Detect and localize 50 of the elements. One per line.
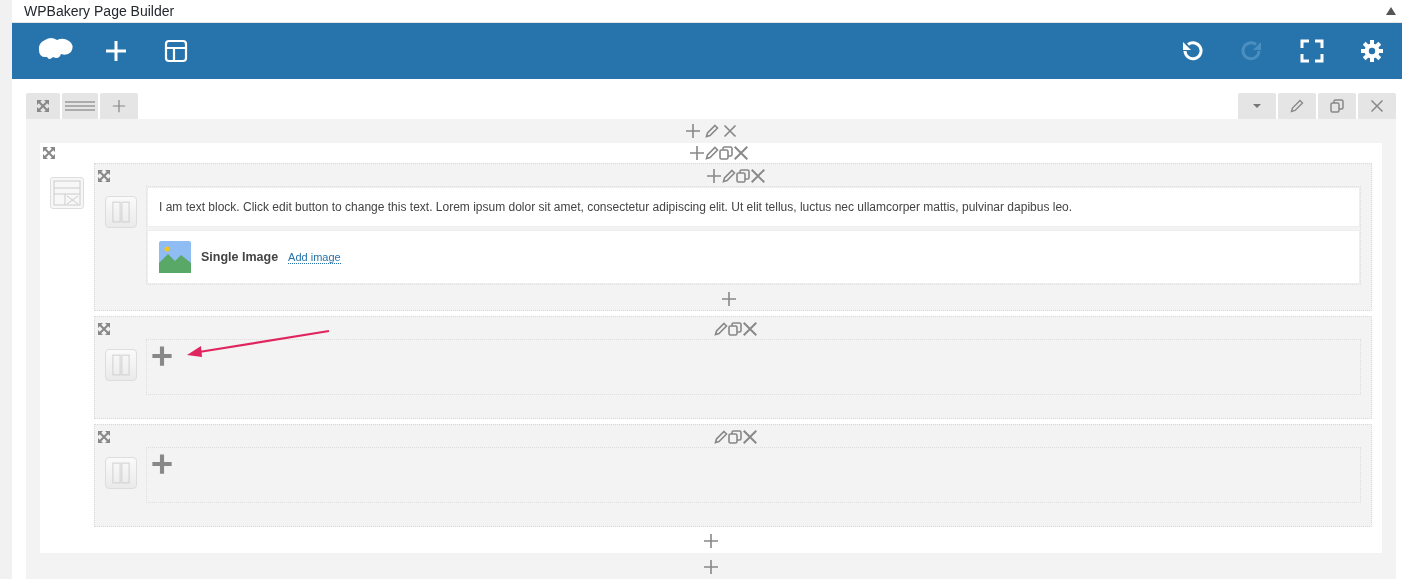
close-icon[interactable] [750,168,766,184]
add-icon[interactable] [721,291,737,307]
caret-icon [1253,104,1261,108]
close-icon [1370,99,1384,113]
add-image-link[interactable]: Add image [288,250,341,264]
expand-icon[interactable] [42,146,56,160]
close-icon[interactable] [742,429,758,445]
drag-handle-button[interactable] [62,93,98,119]
pencil-icon [1290,99,1304,113]
close-icon[interactable] [742,321,758,337]
clone-row-button[interactable] [1318,93,1356,119]
copy-icon[interactable] [728,430,742,444]
pencil-icon[interactable] [714,430,728,444]
add-icon [112,99,126,113]
pencil-icon[interactable] [714,322,728,336]
edit-row-button[interactable] [1278,93,1316,119]
add-icon[interactable] [685,123,701,139]
copy-icon[interactable] [736,169,750,183]
text-block[interactable]: I am text block. Click edit button to change this text. Lorem ipsum dolor sit amet, consectetur adipiscing elit. Ut elit tellus, luctus nec ullamcorper mattis, pulvinar dapibus leo. [147,187,1360,227]
single-image-element[interactable]: Single Image Add image [147,230,1360,284]
pencil-icon[interactable] [705,146,719,160]
expand-icon[interactable] [36,99,50,113]
image-icon [159,241,191,273]
add-icon[interactable] [706,168,722,184]
expand-icon[interactable] [97,430,111,444]
fullscreen-icon[interactable] [1300,38,1324,63]
add-column-button[interactable] [100,93,138,119]
layout-icon[interactable] [164,38,188,63]
panel-title: WPBakery Page Builder [24,2,175,19]
element-title: Single Image [201,250,279,264]
add-icon[interactable] [703,559,719,575]
collapse-icon[interactable] [1386,6,1396,15]
expand-icon[interactable] [97,322,111,336]
add-element-icon[interactable] [151,345,173,367]
undo-icon[interactable] [1180,38,1204,63]
pencil-icon[interactable] [705,124,719,138]
copy-icon[interactable] [719,146,733,160]
copy-icon[interactable] [728,322,742,336]
delete-row-button[interactable] [1358,93,1396,119]
expand-row-button[interactable] [26,93,60,119]
drag-lines-icon [65,100,95,112]
copy-icon [1330,99,1344,113]
add-icon[interactable] [703,533,719,549]
close-icon[interactable] [733,145,749,161]
expand-icon[interactable] [97,169,111,183]
add-element-icon[interactable] [151,453,173,475]
settings-icon[interactable] [1360,38,1384,63]
pencil-icon[interactable] [722,169,736,183]
add-icon[interactable] [689,145,705,161]
close-icon[interactable] [723,124,737,138]
